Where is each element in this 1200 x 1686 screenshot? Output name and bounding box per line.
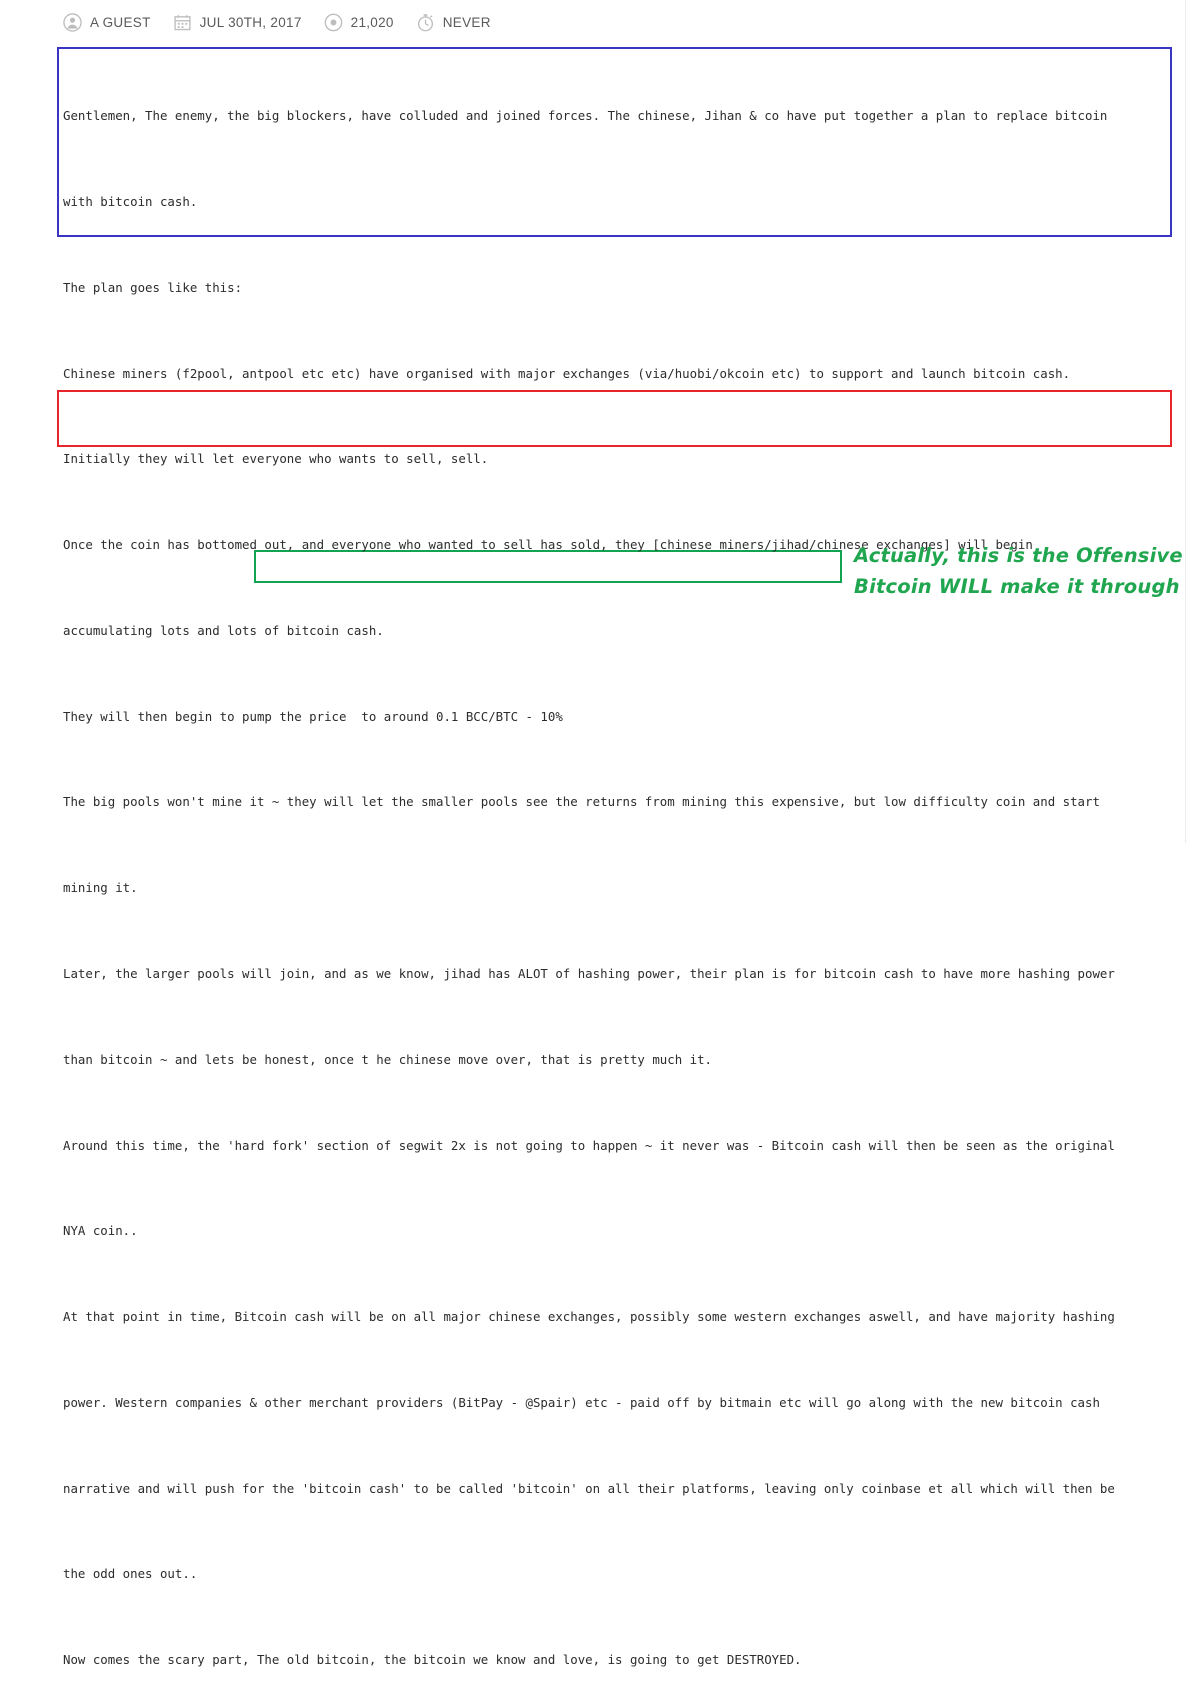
paste-line: The plan goes like this: [63,279,243,295]
paste-line: Later, the larger pools will join, and a… [63,966,1115,981]
paste-line: with bitcoin cash. [63,193,198,209]
meta-views-count: 21,020 [350,15,394,30]
paste-line: power. Western companies & other merchan… [63,1394,1100,1410]
paste-line: mining it. [63,880,138,896]
paste-line: than bitcoin ~ and lets be honest, once … [63,1051,713,1067]
paste-line: At that point in time, Bitcoin cash will… [63,1309,1115,1325]
paste-line: The big pools won't mine it ~ they will … [63,794,1100,810]
paste-line: accumulating lots and lots of bitcoin ca… [63,622,384,638]
paste-line: They will then begin to pump the price t… [63,708,563,724]
paste-line: NYA coin.. [63,1223,138,1239]
paste-line: the odd ones out.. [63,1566,198,1582]
paste-line: Gentlemen, The enemy, the big blockers, … [63,108,1108,124]
paste-text[interactable]: Gentlemen, The enemy, the big blockers, … [0,45,1200,1686]
user-icon [63,13,82,32]
paste-line: Chinese miners (f2pool, antpool etc etc)… [63,365,1071,381]
paste-line: narrative and will push for the 'bitcoin… [63,1480,1115,1496]
meta-date-label: JUL 30TH, 2017 [199,15,302,30]
meta-author: A GUEST [63,13,151,32]
paste-content: Actually, this is the Offensive Part! Bi… [0,45,1200,1686]
paste-meta-bar: A GUEST JUL 30TH, 2017 21,020 NEVER [0,0,1200,45]
stopwatch-icon [416,13,435,32]
meta-expiry-label: NEVER [442,15,491,30]
handwritten-annotation: Actually, this is the Offensive Part! Bi… [854,540,1200,602]
annotation-line-1: Actually, this is the Offensive Part! [854,544,1200,567]
meta-expiry: NEVER [416,13,491,32]
meta-views: 21,020 [324,13,394,32]
calendar-icon [173,13,192,32]
annotation-line-2: Bitcoin WILL make it through this! [854,575,1200,598]
eye-icon [324,13,343,32]
paste-line: Initially they will let everyone who wan… [63,451,489,467]
paste-line: Now comes the scary part, The old bitcoi… [63,1652,802,1668]
meta-date: JUL 30TH, 2017 [173,13,302,32]
paste-line: Around this time, the 'hard fork' sectio… [63,1137,1115,1153]
meta-author-label: A GUEST [90,15,151,30]
